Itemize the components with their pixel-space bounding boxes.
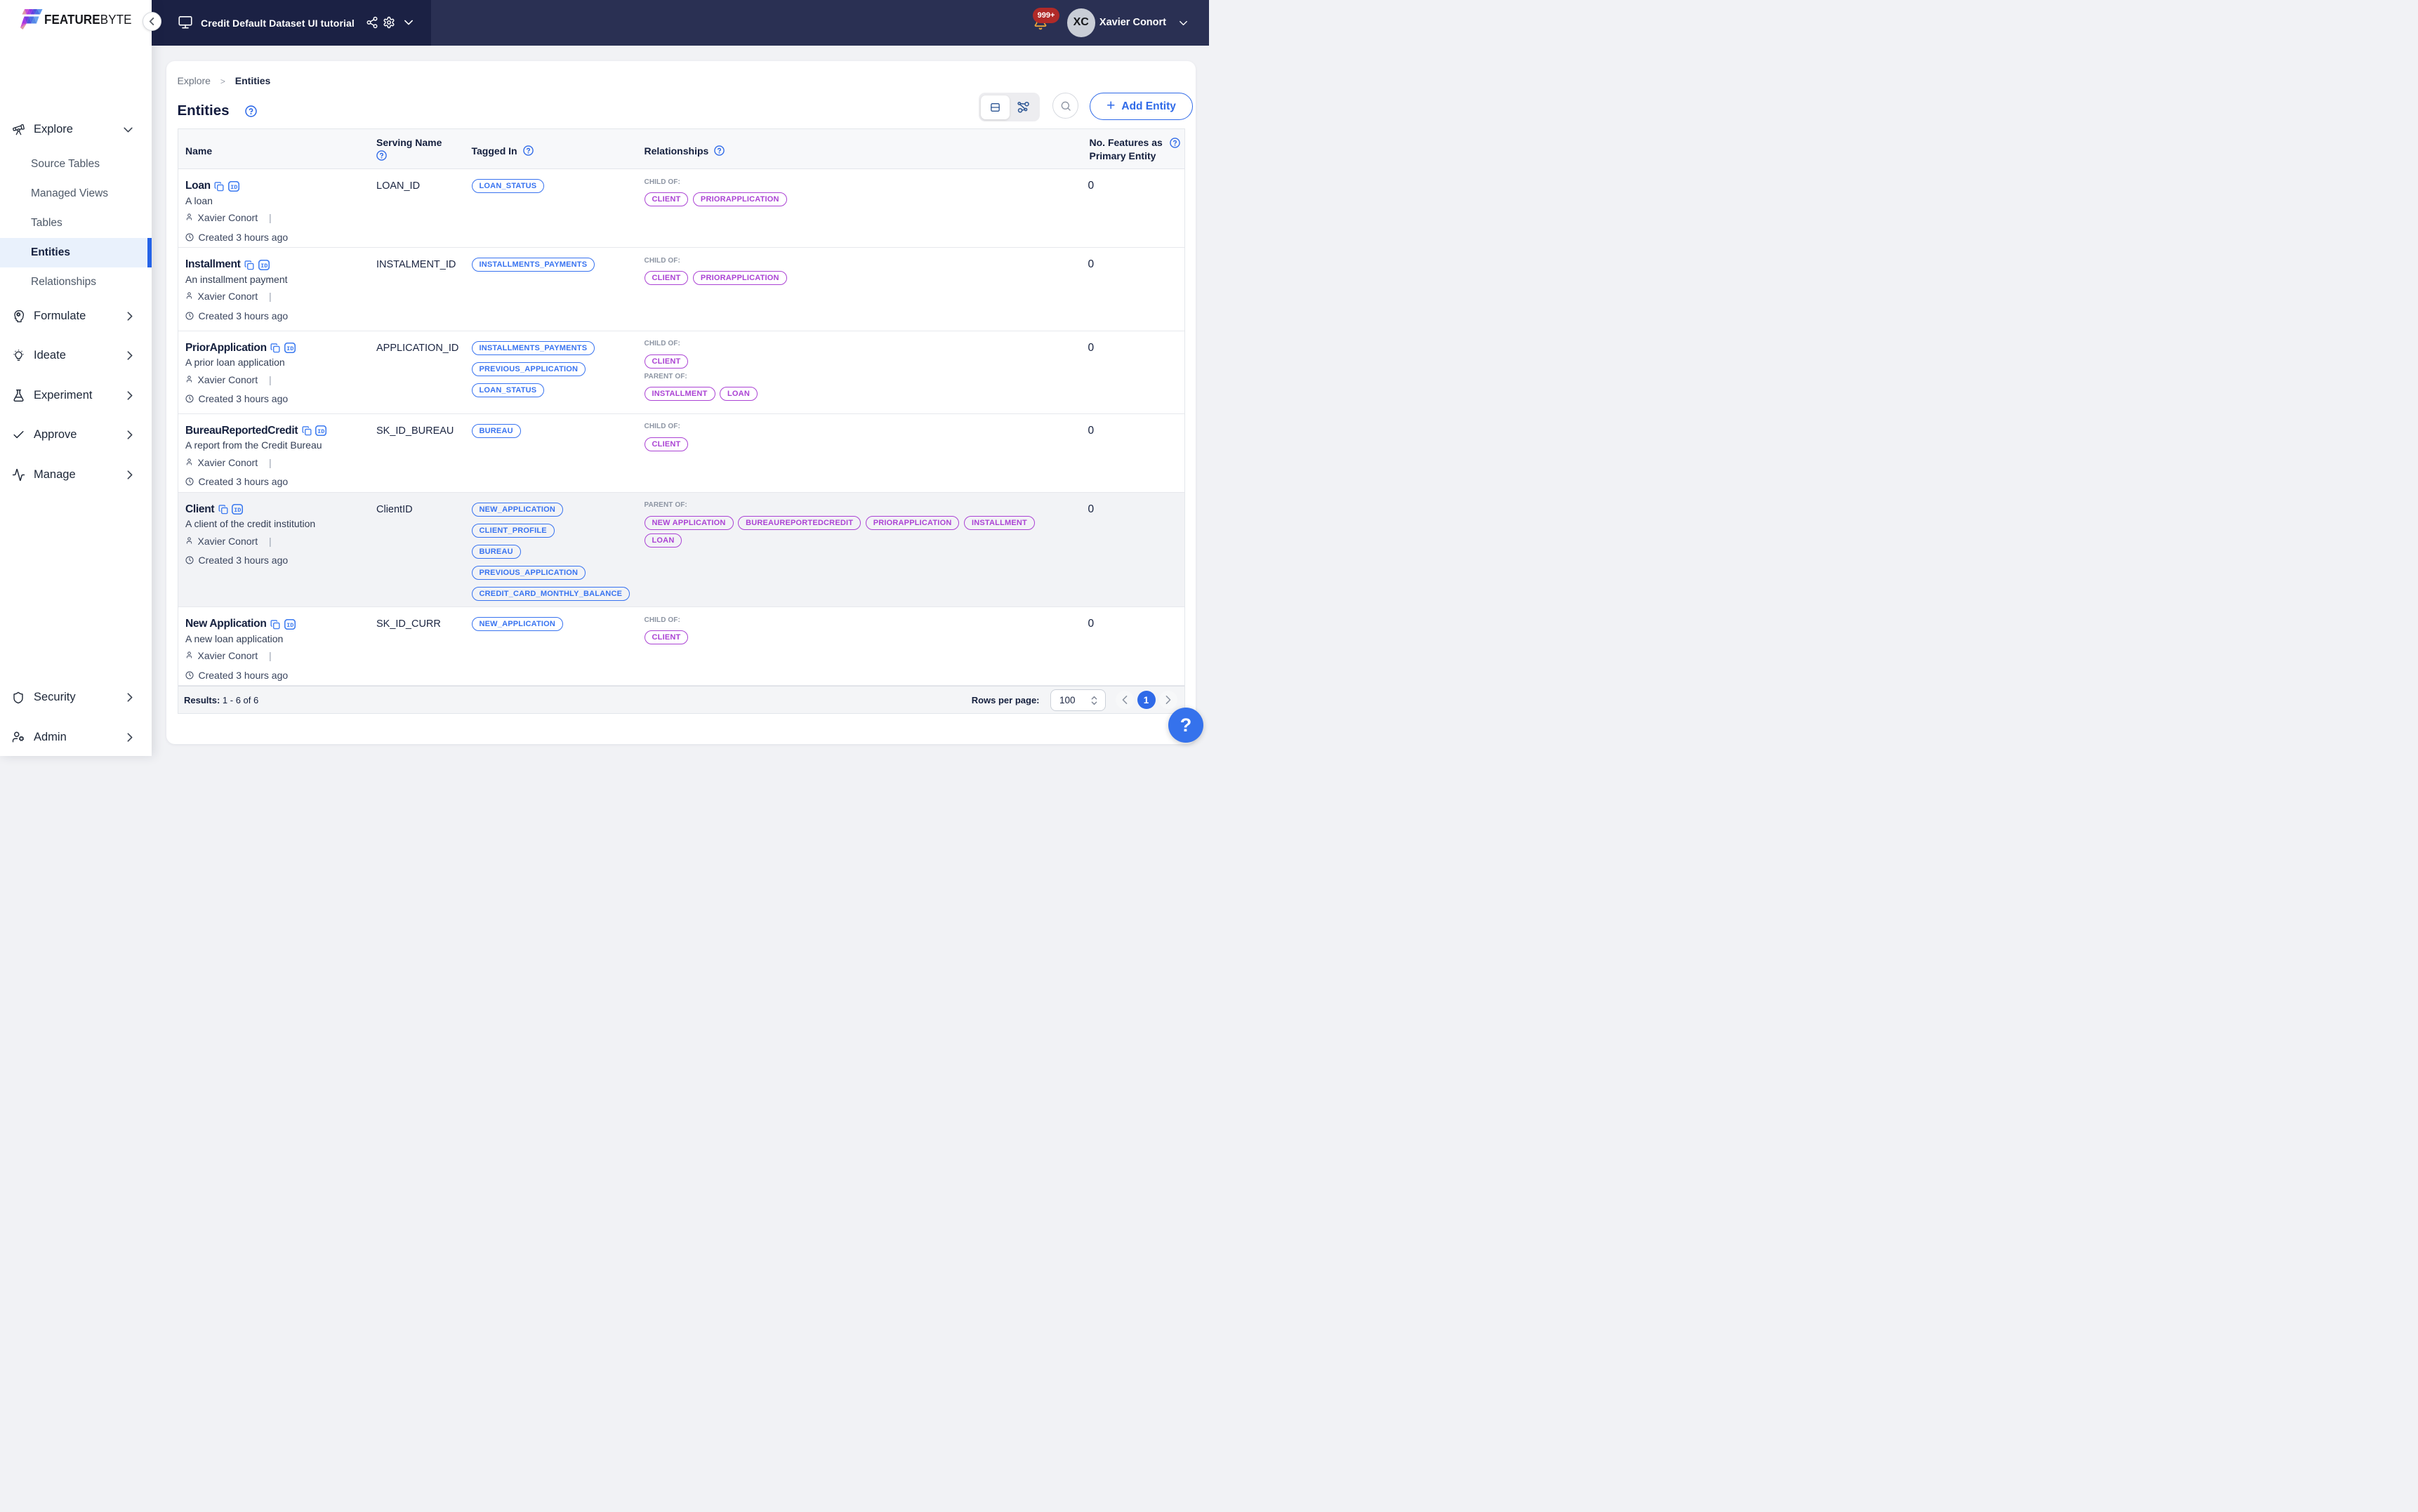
svg-text:ID: ID [230, 183, 237, 190]
svg-text:ID: ID [286, 345, 293, 352]
svg-text:ID: ID [286, 621, 293, 628]
svg-text:ID: ID [260, 262, 267, 269]
svg-text:ID: ID [317, 428, 324, 435]
svg-text:ID: ID [234, 507, 241, 514]
